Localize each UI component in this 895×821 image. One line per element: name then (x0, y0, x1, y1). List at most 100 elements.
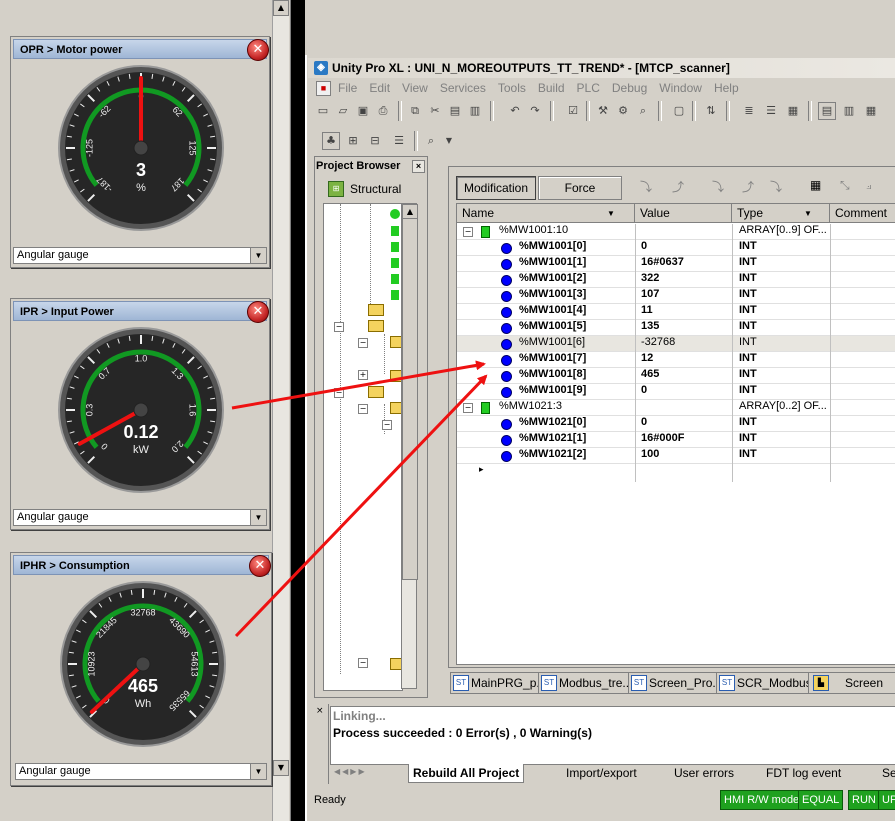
document-menu-icon[interactable]: ■ (316, 81, 331, 96)
tab-screen[interactable]: ▙ Screen (808, 672, 895, 694)
project-tree-scrollbar[interactable]: ▲ (401, 203, 418, 689)
menu-view[interactable]: View (402, 78, 428, 98)
tree-view-icon[interactable]: ♣ (322, 132, 340, 150)
tab-import-export[interactable]: Import/export (566, 764, 637, 782)
chevron-down-icon[interactable]: ▼ (804, 204, 812, 223)
var-value[interactable]: 16#0637 (641, 256, 684, 272)
force-icon[interactable]: ⤵ (640, 178, 652, 195)
var-value[interactable]: 135 (641, 320, 659, 336)
close-icon[interactable]: ✕ (247, 301, 269, 323)
toggle-icon[interactable]: ⤵ (770, 178, 782, 195)
gauge-type-dropdown[interactable]: Angular gauge ▼ (13, 247, 267, 264)
cut-icon[interactable]: ✂ (426, 102, 444, 120)
table-row[interactable]: %MW1001[9] 0 INT (457, 384, 895, 400)
table-row[interactable]: %MW1001[8] 465 INT (457, 368, 895, 384)
folder-icon[interactable] (368, 304, 384, 316)
table-row[interactable]: %MW1001[6] -32768 INT (457, 336, 895, 352)
table-icon[interactable]: ▦ (862, 102, 880, 120)
collapse-icon[interactable]: − (463, 403, 473, 413)
set-icon[interactable]: ⤵ (712, 178, 724, 195)
left-panel-scrollbar[interactable]: ▲ ▼ (272, 0, 289, 821)
search-icon[interactable]: ⌕ (634, 102, 652, 120)
table-row[interactable]: %MW1001[4] 11 INT (457, 304, 895, 320)
column-header-value[interactable]: Value (635, 204, 732, 223)
var-value[interactable]: 16#000F (641, 432, 684, 448)
table-row[interactable]: %MW1001[5] 135 INT (457, 320, 895, 336)
redo-icon[interactable]: ↷ (526, 102, 544, 120)
collapse-icon[interactable]: − (358, 338, 368, 348)
collapse-icon[interactable]: − (382, 420, 392, 430)
table-row[interactable]: %MW1001[7] 12 INT (457, 352, 895, 368)
table-row[interactable]: %MW1001[2] 322 INT (457, 272, 895, 288)
menu-help[interactable]: Help (714, 78, 739, 98)
folder-icon[interactable] (368, 320, 384, 332)
unforce-icon[interactable]: ⤴ (672, 178, 684, 195)
reset-icon[interactable]: ⤴ (742, 178, 754, 195)
var-value[interactable]: -32768 (641, 336, 675, 352)
trend-icon[interactable]: ⟓ (866, 178, 872, 193)
print-icon[interactable]: ⎙ (374, 102, 392, 120)
menu-edit[interactable]: Edit (369, 78, 390, 98)
delete-icon[interactable]: ▥ (466, 102, 484, 120)
new-file-icon[interactable]: ▭ (314, 102, 332, 120)
browser-icon[interactable]: ▤ (818, 102, 836, 120)
chevron-down-icon[interactable]: ▼ (440, 132, 458, 150)
table-row[interactable]: %MW1021[0] 0 INT (457, 416, 895, 432)
collapse-icon[interactable]: − (463, 227, 473, 237)
scroll-thumb[interactable] (402, 218, 418, 580)
scroll-up-icon[interactable]: ▲ (273, 0, 289, 16)
chevron-down-icon[interactable]: ▼ (250, 248, 266, 263)
save-icon[interactable]: ▣ (354, 102, 372, 120)
chevron-down-icon[interactable]: ▼ (250, 510, 266, 525)
menu-services[interactable]: Services (440, 78, 486, 98)
column-header-name[interactable]: Name ▼ (457, 204, 635, 223)
var-value[interactable]: 0 (641, 240, 647, 256)
tree-node-icon[interactable] (391, 242, 399, 252)
new-row-icon[interactable]: ▸ (479, 465, 484, 475)
gauge-type-dropdown[interactable]: Angular gauge ▼ (15, 763, 267, 780)
copy-icon[interactable]: ⧉ (406, 102, 424, 120)
open-folder-icon[interactable]: ▱ (334, 102, 352, 120)
close-icon[interactable]: ✕ (249, 555, 271, 577)
column-header-comment[interactable]: Comment (830, 204, 895, 223)
transfer-icon[interactable]: ⇅ (702, 102, 720, 120)
folder-icon[interactable] (368, 386, 384, 398)
structural-view-tab[interactable]: ⊞ Structural (326, 180, 416, 198)
menu-window[interactable]: Window (659, 78, 702, 98)
table-row[interactable]: %MW1001[3] 107 INT (457, 288, 895, 304)
table-row[interactable]: %MW1021[1] 16#000F INT (457, 432, 895, 448)
connect-icon[interactable]: ≣ (740, 102, 758, 120)
collapse-icon[interactable]: − (334, 322, 344, 332)
tree-node-icon[interactable] (391, 290, 399, 300)
tab-fdt-log[interactable]: FDT log event (766, 764, 841, 782)
tab-rebuild-all[interactable]: Rebuild All Project (408, 764, 525, 783)
grid-icon[interactable]: ▦ (810, 178, 821, 192)
var-value[interactable]: 0 (641, 416, 647, 432)
chevron-down-icon[interactable]: ▼ (250, 764, 266, 779)
var-value[interactable]: 465 (641, 368, 659, 384)
tree-node-icon[interactable] (391, 226, 399, 236)
tree-node-icon[interactable] (391, 274, 399, 284)
var-value[interactable]: 12 (641, 352, 653, 368)
close-icon[interactable]: × (412, 160, 425, 173)
tab-more[interactable]: Se (882, 764, 895, 782)
zoom-icon[interactable]: ⌕ (422, 132, 440, 150)
plc-icon[interactable]: ▦ (784, 102, 802, 120)
var-value[interactable]: 11 (641, 304, 653, 320)
tree-node-icon[interactable] (390, 209, 400, 219)
menu-debug[interactable]: Debug (612, 78, 647, 98)
var-value[interactable]: 322 (641, 272, 659, 288)
modification-tab[interactable]: Modification (456, 176, 536, 200)
tab-nav-icon[interactable]: ◀◀▶▶ (334, 767, 367, 776)
array-row[interactable]: − %MW1001:10 ARRAY[0..9] OF... (457, 224, 895, 240)
close-icon[interactable]: ✕ (247, 39, 269, 61)
var-value[interactable]: 100 (641, 448, 659, 464)
table-row[interactable]: %MW1001[1] 16#0637 INT (457, 256, 895, 272)
column-header-type[interactable]: Type ▼ (732, 204, 830, 223)
split-view-icon[interactable]: ☰ (390, 132, 408, 150)
forced-list-icon[interactable]: ⤡ (840, 178, 850, 193)
gauge-type-dropdown[interactable]: Angular gauge ▼ (13, 509, 267, 526)
analyze-icon[interactable]: ☑ (564, 102, 582, 120)
scroll-down-icon[interactable]: ▼ (273, 760, 289, 776)
output-grip[interactable]: × (314, 704, 329, 784)
